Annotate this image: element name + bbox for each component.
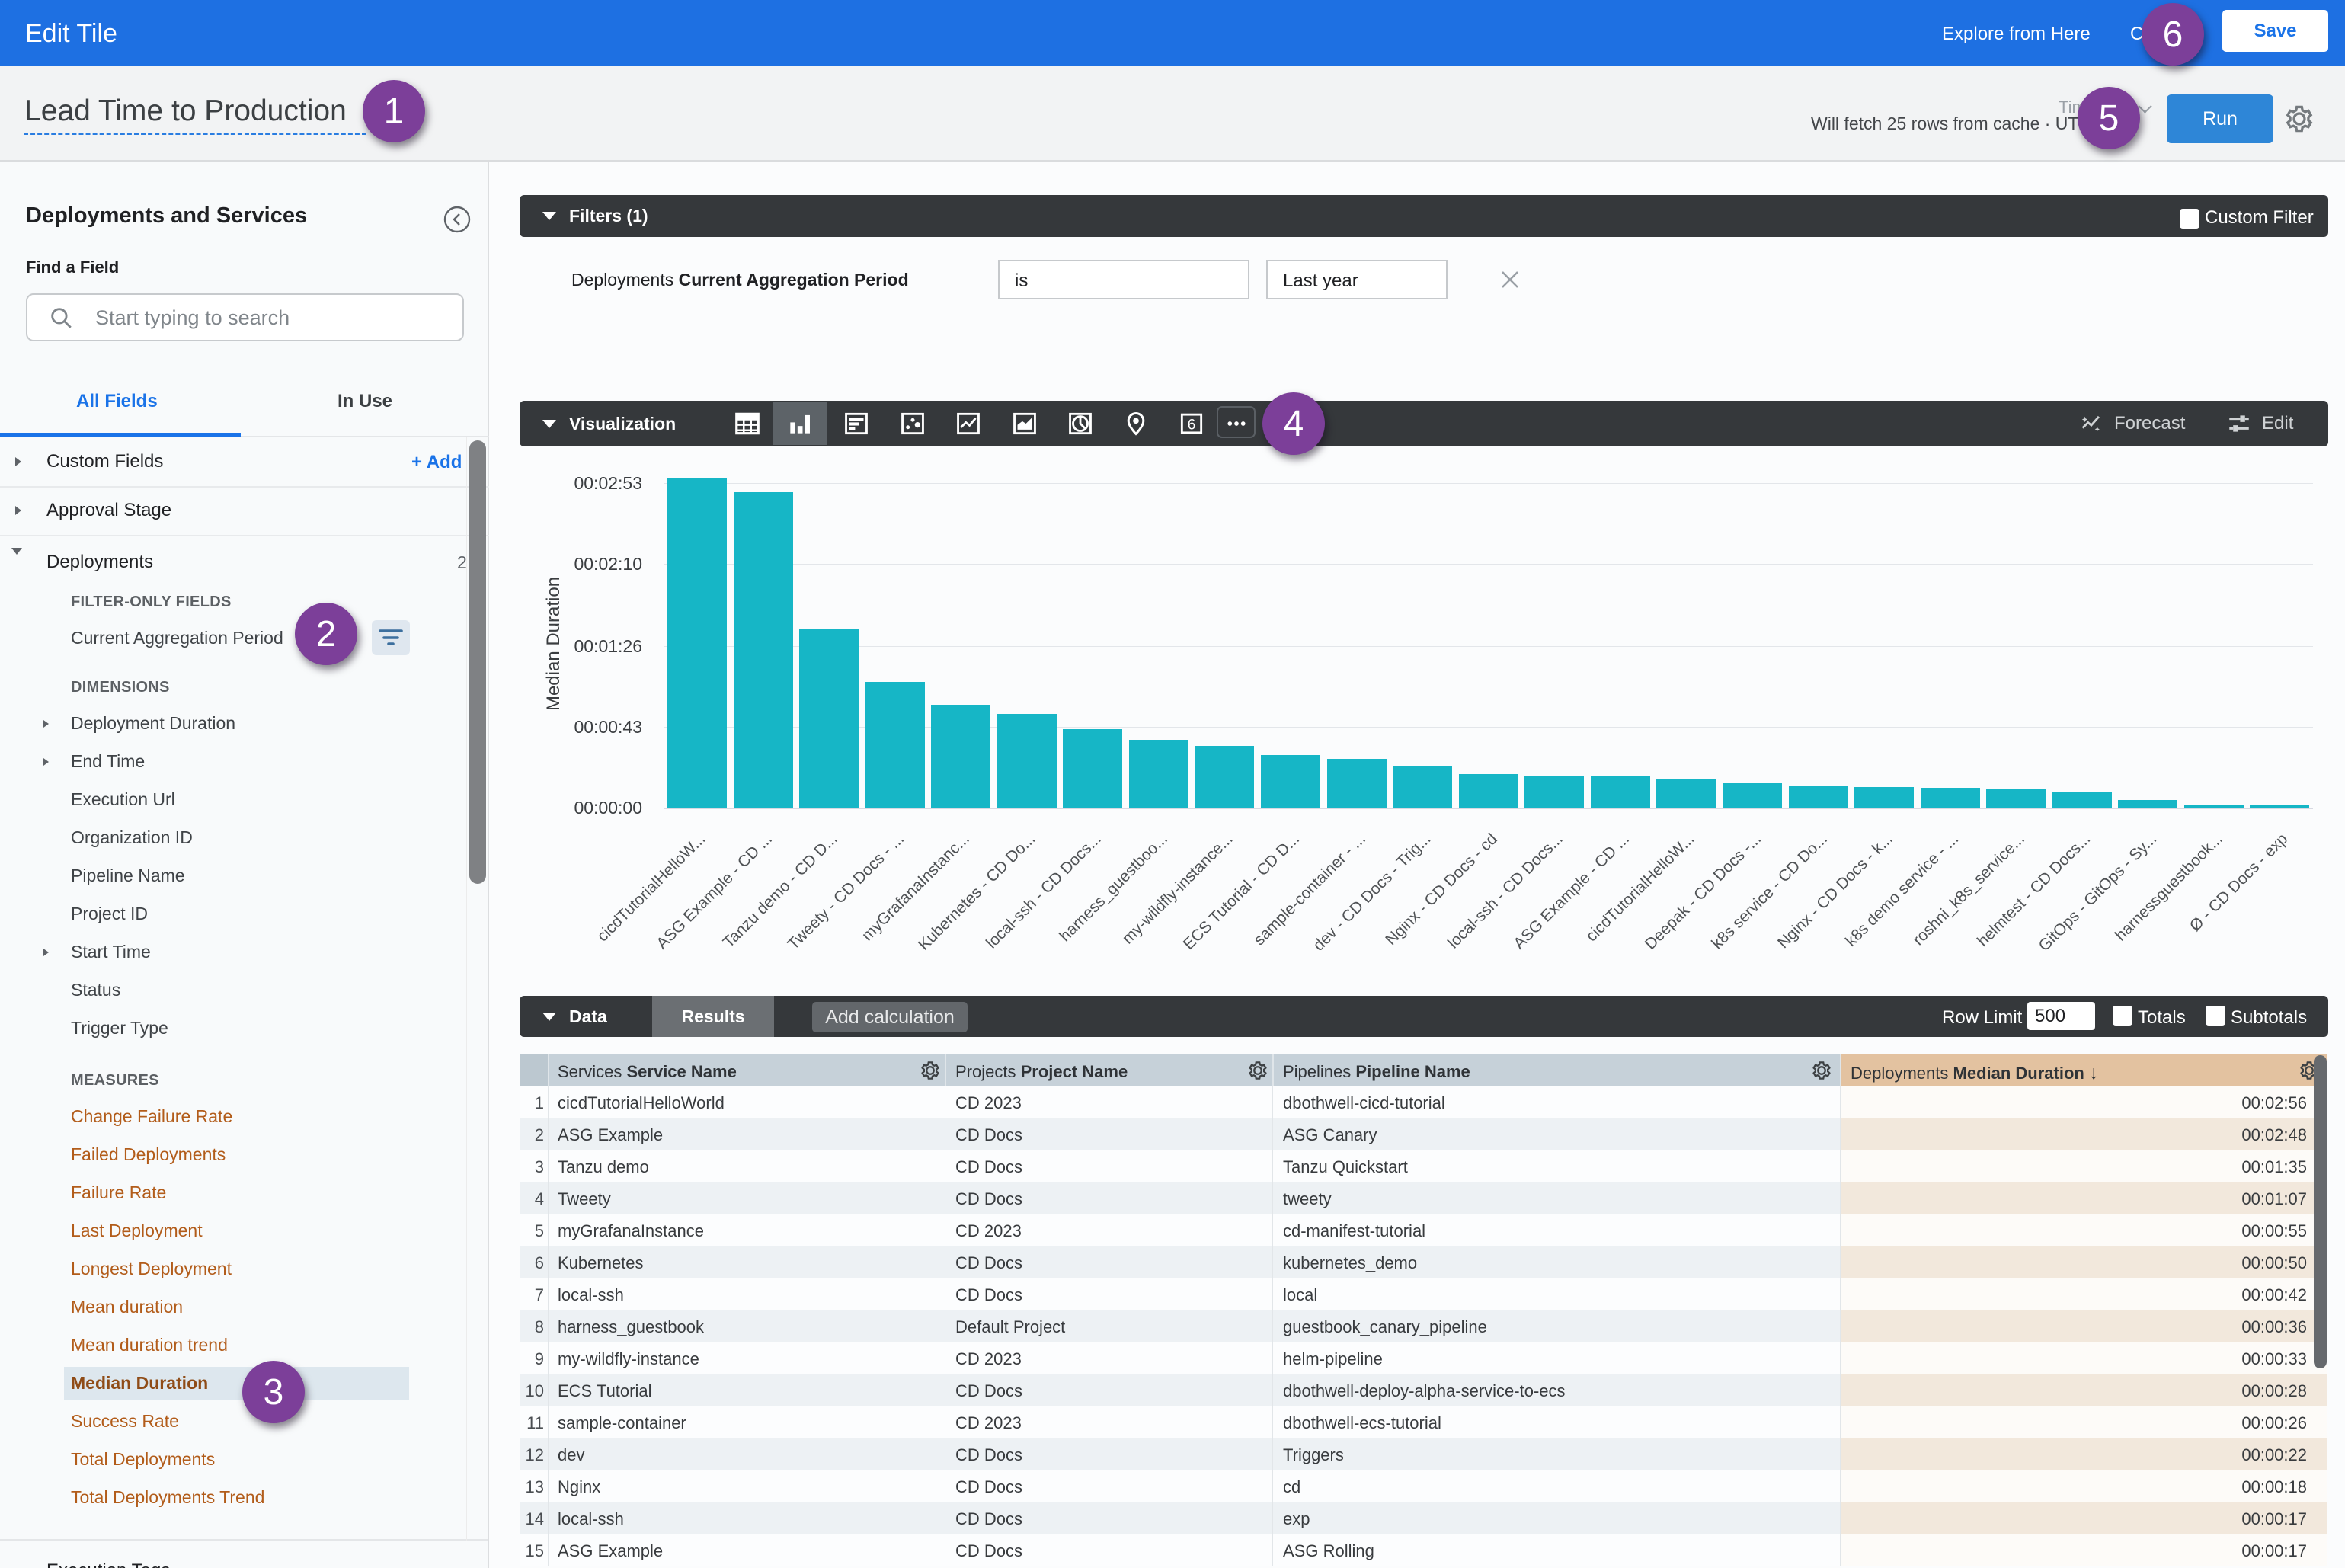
svg-text:6: 6	[1188, 417, 1196, 433]
